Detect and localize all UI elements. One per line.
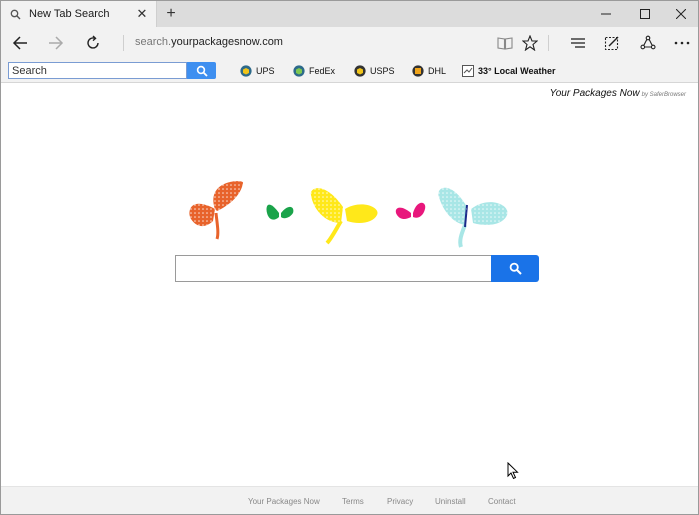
- extension-toolbar: UPS FedEx USPS DHL 33° Local Weather: [1, 59, 698, 83]
- butterfly-cyan: [438, 187, 508, 248]
- footer: Your Packages Now Terms Privacy Uninstal…: [1, 486, 698, 514]
- tab-title: New Tab Search: [29, 8, 110, 20]
- share-icon: [640, 35, 656, 50]
- book-icon: [497, 37, 513, 50]
- footer-link-privacy[interactable]: Privacy: [387, 497, 413, 506]
- search-icon: [9, 8, 21, 20]
- footer-link-brand[interactable]: Your Packages Now: [248, 497, 320, 506]
- butterflies-logo: [189, 181, 508, 248]
- minimize-button[interactable]: [589, 1, 623, 27]
- mouse-cursor-icon: [507, 462, 519, 480]
- package-icon: [293, 65, 305, 77]
- toolbar-item-fedex[interactable]: FedEx: [293, 63, 335, 79]
- butterfly-pink: [395, 202, 426, 219]
- toolbar-item-dhl[interactable]: DHL: [412, 63, 446, 79]
- toolbar-item-usps[interactable]: USPS: [354, 63, 395, 79]
- forward-button[interactable]: [43, 31, 69, 55]
- toolbar-item-label: 33° Local Weather: [478, 66, 556, 76]
- brand-label: Your Packages Now by SaferBrowser: [550, 88, 686, 99]
- toolbar-item-label: FedEx: [309, 66, 336, 76]
- butterfly-green: [266, 204, 294, 220]
- favorite-button[interactable]: [517, 31, 543, 55]
- address-domain: yourpackagesnow.com: [171, 36, 283, 48]
- toolbar-search-button[interactable]: [187, 62, 216, 79]
- address-prefix: search.: [135, 36, 172, 48]
- package-icon: [354, 65, 366, 77]
- package-icon: [240, 65, 252, 77]
- nav-bar: search.yourpackagesnow.com: [1, 27, 698, 59]
- toolbar-item-label: UPS: [256, 66, 275, 76]
- butterfly-orange: [189, 181, 244, 240]
- footer-link-contact[interactable]: Contact: [488, 497, 516, 506]
- weather-icon: [462, 65, 474, 77]
- web-note-button[interactable]: [599, 31, 625, 55]
- refresh-button[interactable]: [80, 31, 106, 55]
- toolbar-item-weather[interactable]: 33° Local Weather: [462, 63, 555, 79]
- search-icon: [196, 65, 208, 77]
- star-icon: [522, 35, 538, 51]
- more-icon: [674, 41, 690, 45]
- forward-arrow-icon: [49, 36, 64, 50]
- back-arrow-icon: [12, 36, 27, 50]
- hub-icon: [571, 38, 585, 48]
- tab-close-icon[interactable]: ✕: [134, 6, 150, 22]
- brand-name: Your Packages Now: [549, 88, 640, 99]
- share-button[interactable]: [635, 31, 661, 55]
- address-bar[interactable]: search.yourpackagesnow.com: [135, 36, 283, 48]
- hub-button[interactable]: [565, 31, 591, 55]
- maximize-button[interactable]: [628, 1, 662, 27]
- close-window-button[interactable]: [664, 1, 698, 27]
- toolbar-item-label: USPS: [370, 66, 395, 76]
- butterfly-yellow: [310, 188, 378, 245]
- reading-view-button[interactable]: [492, 31, 518, 55]
- search-icon: [509, 262, 522, 275]
- new-tab-button[interactable]: +: [161, 4, 181, 24]
- main-search-input[interactable]: [175, 255, 492, 282]
- brand-by: by SaferBrowser: [641, 92, 686, 98]
- toolbar-item-ups[interactable]: UPS: [240, 63, 275, 79]
- toolbar-divider: [548, 35, 549, 51]
- browser-window: New Tab Search ✕ + search.yourpackagesno…: [0, 0, 699, 515]
- refresh-icon: [87, 35, 99, 49]
- back-button[interactable]: [7, 31, 33, 55]
- more-button[interactable]: [669, 31, 695, 55]
- main-search-button[interactable]: [491, 255, 539, 282]
- title-bar: New Tab Search ✕ +: [1, 1, 698, 27]
- package-icon: [412, 65, 424, 77]
- web-note-icon: [604, 36, 619, 51]
- toolbar-search-input[interactable]: [8, 62, 187, 79]
- address-divider: [123, 35, 124, 51]
- footer-link-terms[interactable]: Terms: [342, 497, 364, 506]
- tab-new-tab-search[interactable]: New Tab Search ✕: [1, 1, 157, 27]
- toolbar-item-label: DHL: [428, 66, 447, 76]
- footer-link-uninstall[interactable]: Uninstall: [435, 497, 466, 506]
